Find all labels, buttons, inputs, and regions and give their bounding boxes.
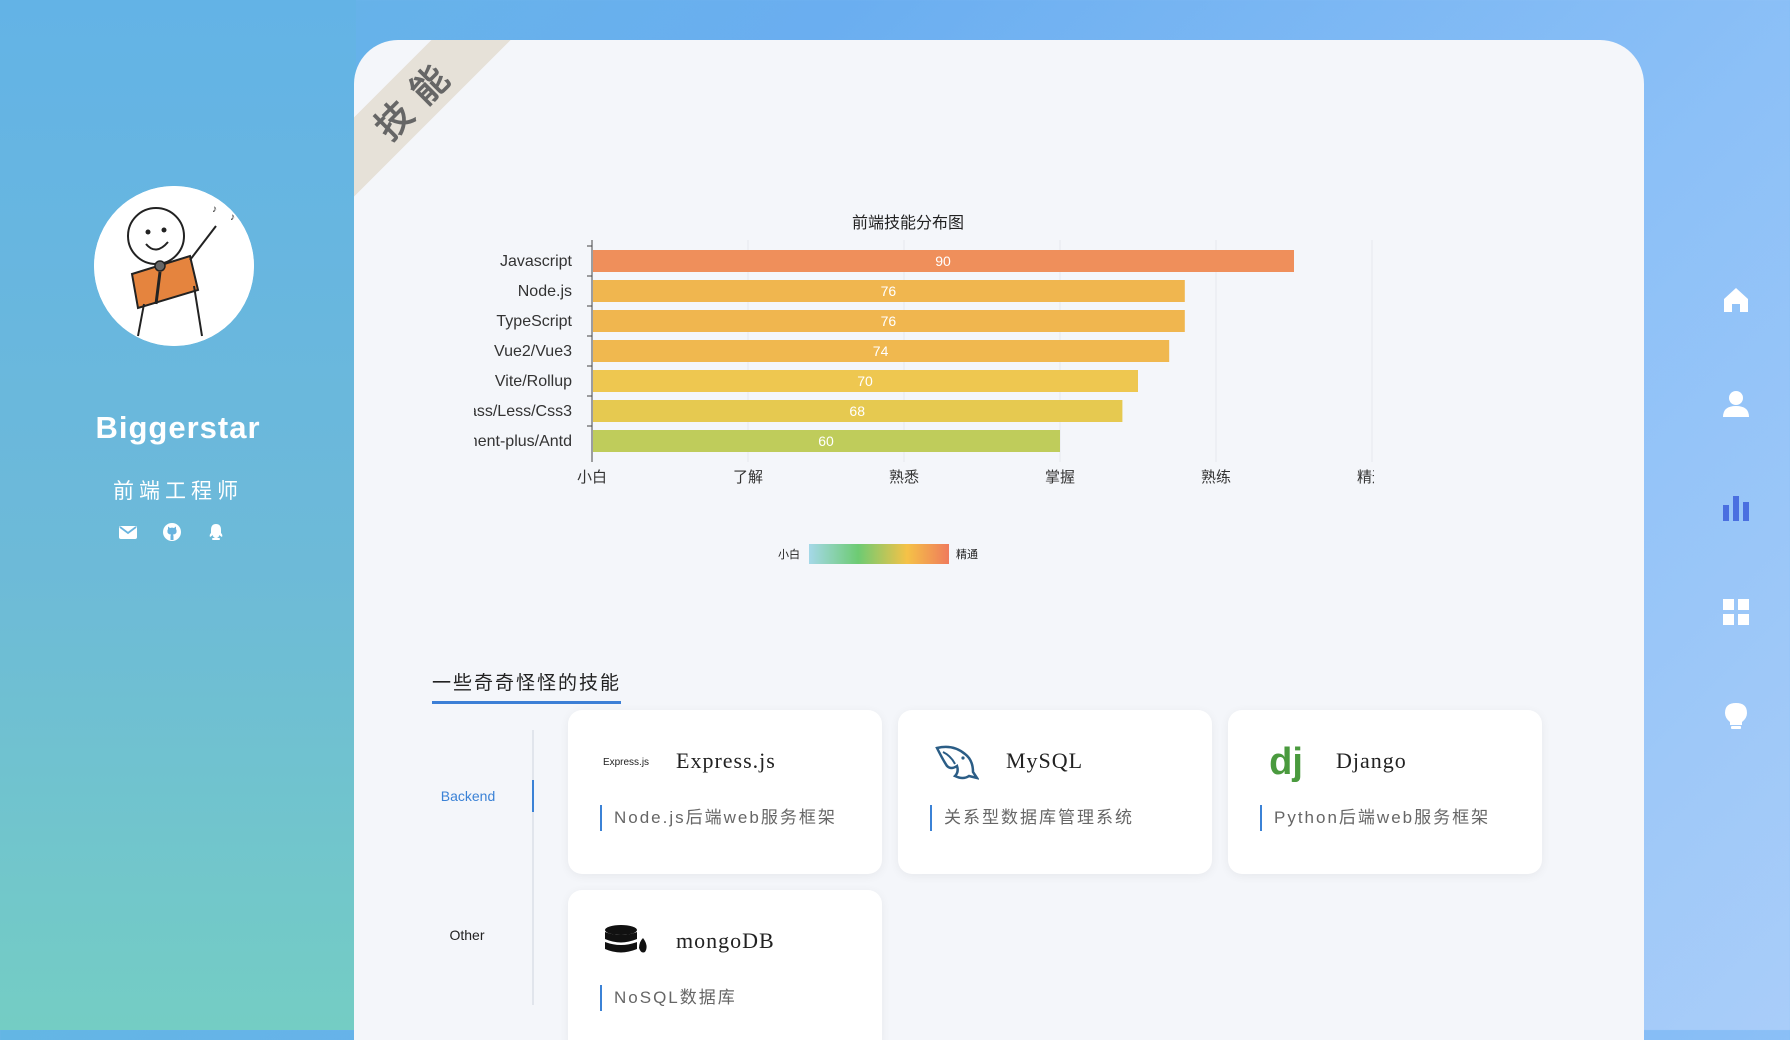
bar-value-label: 76 bbox=[881, 313, 897, 329]
skill-card-django[interactable]: dj Django Python后端web服务框架 bbox=[1228, 710, 1542, 874]
x-tick-label: 小白 bbox=[577, 469, 607, 486]
x-tick-label: 熟练 bbox=[1201, 469, 1231, 486]
skill-card-mysql[interactable]: MySQL 关系型数据库管理系统 bbox=[898, 710, 1212, 874]
express-logo-icon: Express.js bbox=[598, 740, 654, 784]
card-title: MySQL bbox=[1006, 748, 1084, 773]
skill-card-express[interactable]: Express.js Express.js Node.js后端web服务框架 bbox=[568, 710, 882, 874]
database-icon bbox=[598, 920, 654, 964]
visual-map-gradient[interactable] bbox=[809, 544, 949, 564]
visual-map-low-label: 小白 bbox=[778, 547, 800, 561]
section-title: 一些奇奇怪怪的技能 bbox=[432, 668, 622, 704]
django-logo-icon: dj bbox=[1258, 740, 1314, 784]
home-icon[interactable] bbox=[1716, 280, 1756, 320]
svg-text:♪: ♪ bbox=[230, 212, 235, 223]
card-title: Express.js bbox=[676, 748, 776, 773]
skill-card-mongodb[interactable]: mongoDB NoSQL数据库 bbox=[568, 890, 882, 1040]
tab-backend[interactable]: Backend bbox=[416, 780, 534, 812]
visual-map-legend[interactable]: 小白 精通 bbox=[778, 544, 978, 564]
chart-title: 前端技能分布图 bbox=[852, 214, 964, 232]
main-panel: 技能 前端技能分布图 90 76 76 74 70 68 60 Javascript Node… bbox=[354, 40, 1644, 1040]
profile-role: 前端工程师 bbox=[113, 480, 243, 503]
category-label: Node.js bbox=[518, 283, 572, 300]
category-label: Javascript bbox=[500, 253, 573, 270]
category-label: Vite/Rollup bbox=[495, 373, 572, 390]
social-links bbox=[118, 522, 226, 542]
visual-map-high-label: 精通 bbox=[956, 548, 978, 561]
bar-chart-icon[interactable] bbox=[1716, 488, 1756, 528]
qq-icon[interactable] bbox=[206, 522, 226, 542]
grid-icon[interactable] bbox=[1716, 592, 1756, 632]
x-tick-label: 精通 bbox=[1357, 469, 1374, 486]
bar-value-label: 76 bbox=[881, 283, 897, 299]
x-tick-label: 了解 bbox=[733, 469, 763, 486]
mysql-dolphin-icon bbox=[928, 740, 984, 784]
lightbulb-icon[interactable] bbox=[1716, 696, 1756, 736]
github-icon[interactable] bbox=[162, 522, 182, 542]
django-logo-text: dj bbox=[1269, 740, 1303, 783]
card-title: mongoDB bbox=[676, 928, 775, 953]
category-label: Element-plus/Antd bbox=[474, 433, 572, 450]
card-description: Node.js后端web服务框架 bbox=[600, 805, 837, 831]
category-label: TypeScript bbox=[496, 313, 572, 330]
card-description: 关系型数据库管理系统 bbox=[930, 805, 1134, 831]
profile-name: Biggerstar bbox=[95, 410, 261, 445]
user-icon[interactable] bbox=[1716, 384, 1756, 424]
bar-value-label: 60 bbox=[818, 433, 834, 449]
card-description: NoSQL数据库 bbox=[600, 985, 737, 1011]
avatar-illustration: ♪ ♪ bbox=[94, 186, 254, 346]
x-tick-label: 熟悉 bbox=[889, 469, 919, 486]
bar-value-label: 90 bbox=[935, 253, 951, 269]
x-tick-label: 掌握 bbox=[1045, 469, 1075, 486]
bar-value-label: 74 bbox=[873, 343, 889, 359]
skills-bar-chart: 前端技能分布图 90 76 76 7470 68 60 Javascript Node.js… bbox=[441, 214, 1387, 564]
card-title: Django bbox=[1336, 748, 1407, 773]
category-label: Vue2/Vue3 bbox=[494, 343, 572, 360]
tab-other[interactable]: Other bbox=[414, 927, 532, 943]
profile-sidebar: ♪ ♪ Biggerstar 前端工程师 bbox=[0, 0, 356, 1030]
svg-text:♪: ♪ bbox=[212, 204, 217, 215]
bar-value-label: 70 bbox=[857, 373, 873, 389]
category-label: Sass/Less/Css3 bbox=[474, 403, 572, 420]
skills-chart: 前端技能分布图 90 76 76 74 70 68 60 Javascript Node.js… bbox=[441, 160, 1387, 580]
avatar[interactable]: ♪ ♪ bbox=[94, 186, 254, 346]
express-logo-text: Express.js bbox=[602, 756, 650, 768]
card-description: Python后端web服务框架 bbox=[1260, 805, 1490, 831]
mail-icon[interactable] bbox=[118, 522, 138, 542]
bar-value-label: 68 bbox=[849, 403, 865, 419]
category-tabs: Backend Other bbox=[414, 730, 534, 1005]
